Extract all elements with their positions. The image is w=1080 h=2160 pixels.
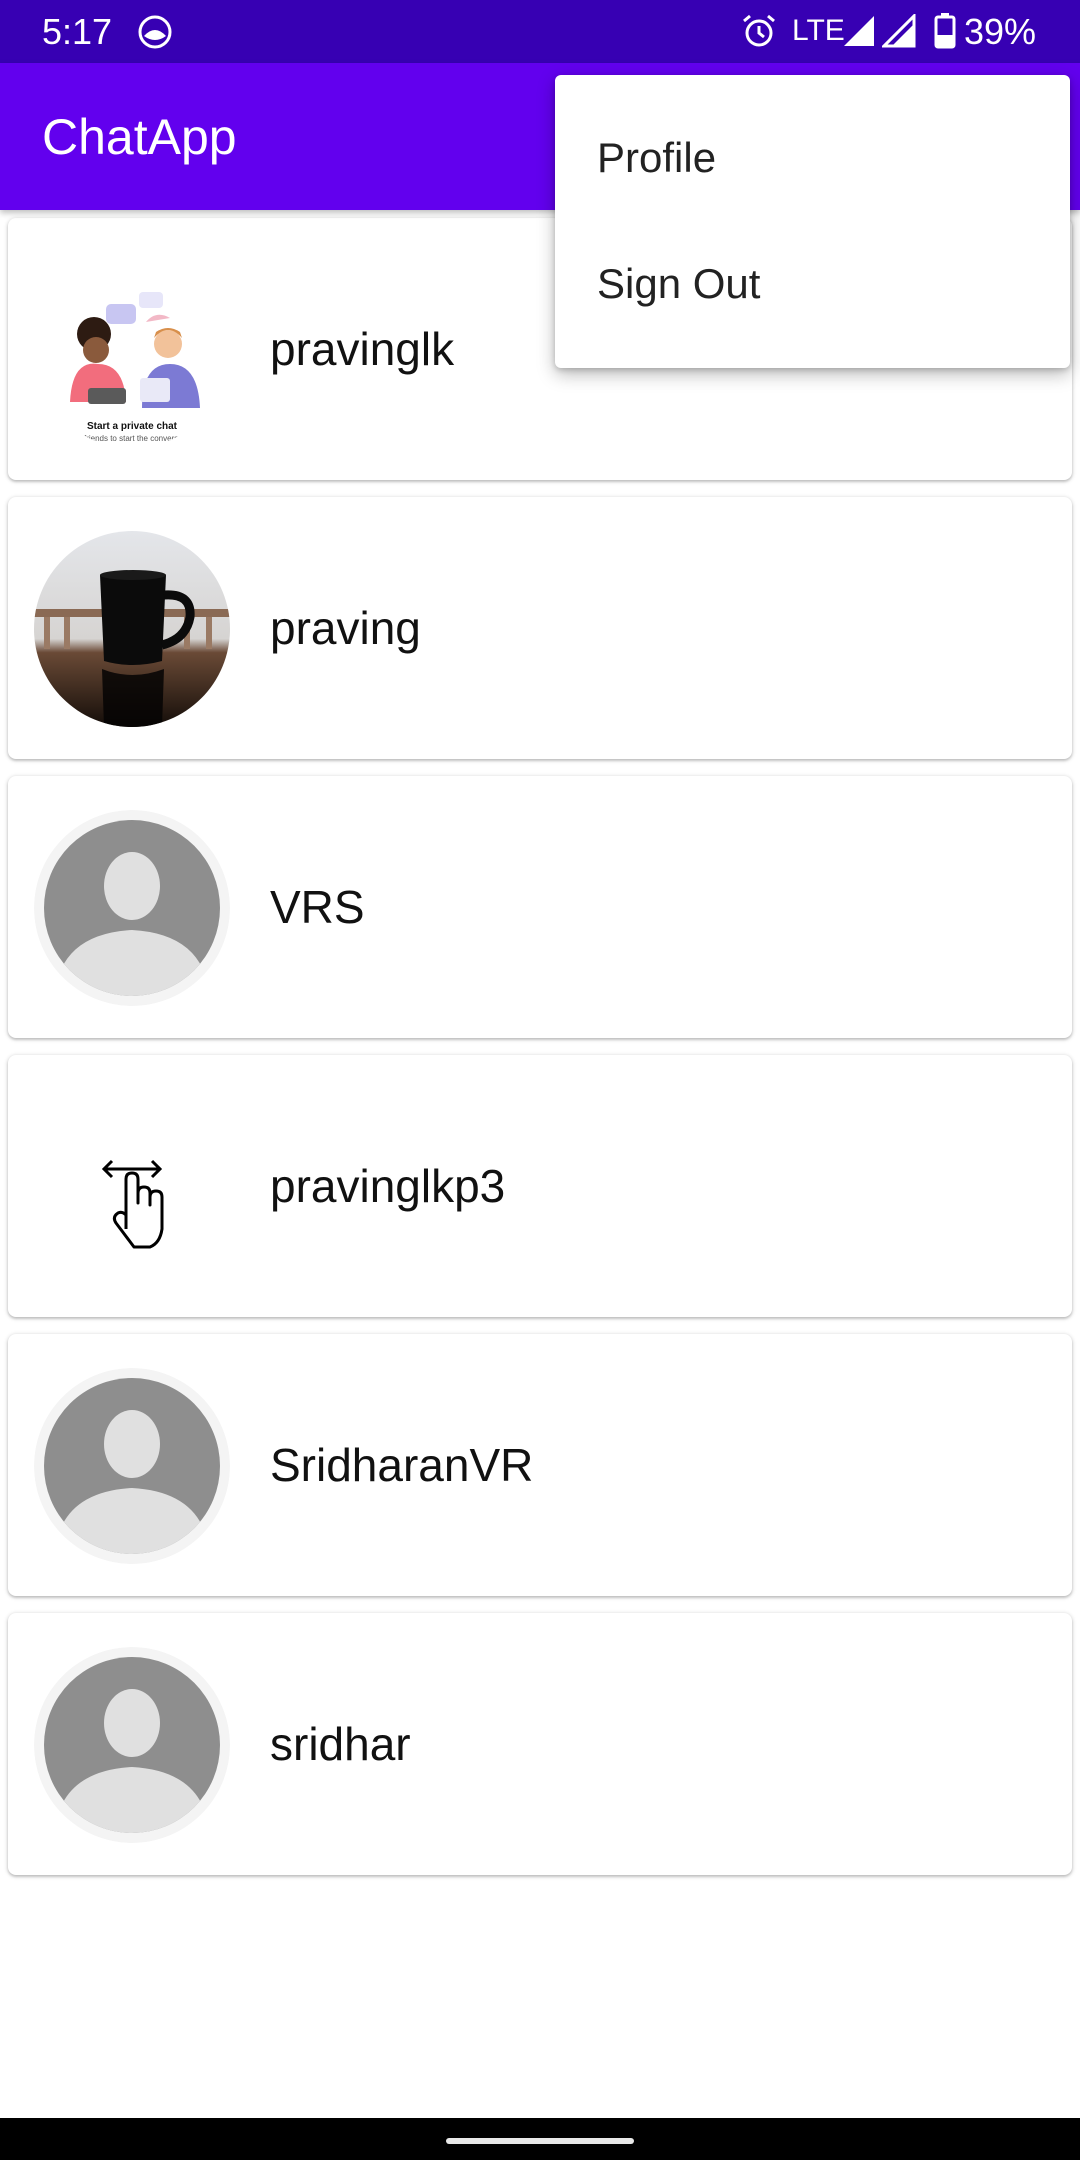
navigation-bar	[0, 2118, 1080, 2160]
overflow-menu: Profile Sign Out	[555, 75, 1070, 368]
user-card[interactable]: pravinglkp3	[8, 1055, 1072, 1317]
menu-item-sign-out[interactable]: Sign Out	[555, 221, 1070, 347]
user-card[interactable]: sridhar	[8, 1613, 1072, 1875]
home-gesture-handle[interactable]	[446, 2138, 634, 2144]
user-name: SridharanVR	[270, 1439, 534, 1491]
status-time: 5:17	[42, 11, 113, 52]
user-name: VRS	[270, 881, 365, 933]
user-name: praving	[270, 602, 421, 654]
default-person-icon	[34, 810, 230, 1006]
illustration-caption: Start a private chat	[87, 421, 178, 432]
private-chat-illustration: Start a private chat Ask friends to star…	[34, 252, 230, 448]
swipe-gesture-icon	[34, 1089, 230, 1285]
user-name: pravinglk	[270, 323, 455, 375]
coffee-mug-photo	[34, 531, 230, 727]
illustration-subcaption: Ask friends to start the conversation	[68, 434, 195, 443]
default-person-icon	[34, 1647, 230, 1843]
app-title: ChatApp	[42, 109, 237, 165]
user-name: sridhar	[270, 1718, 411, 1770]
app-notification-icon	[138, 15, 172, 49]
status-bar: 5:17 LTE 39%	[0, 0, 1080, 63]
user-card[interactable]: VRS	[8, 776, 1072, 1038]
signal-icon	[882, 14, 916, 48]
battery-icon	[934, 13, 956, 49]
signal-icon	[844, 16, 874, 46]
network-type: LTE	[792, 14, 845, 47]
menu-item-profile[interactable]: Profile	[555, 95, 1070, 221]
user-name: pravinglkp3	[270, 1160, 506, 1212]
user-card[interactable]: praving	[8, 497, 1072, 759]
alarm-icon	[743, 14, 775, 47]
user-card[interactable]: SridharanVR	[8, 1334, 1072, 1596]
battery-level: 39%	[964, 11, 1037, 52]
default-person-icon	[34, 1368, 230, 1564]
